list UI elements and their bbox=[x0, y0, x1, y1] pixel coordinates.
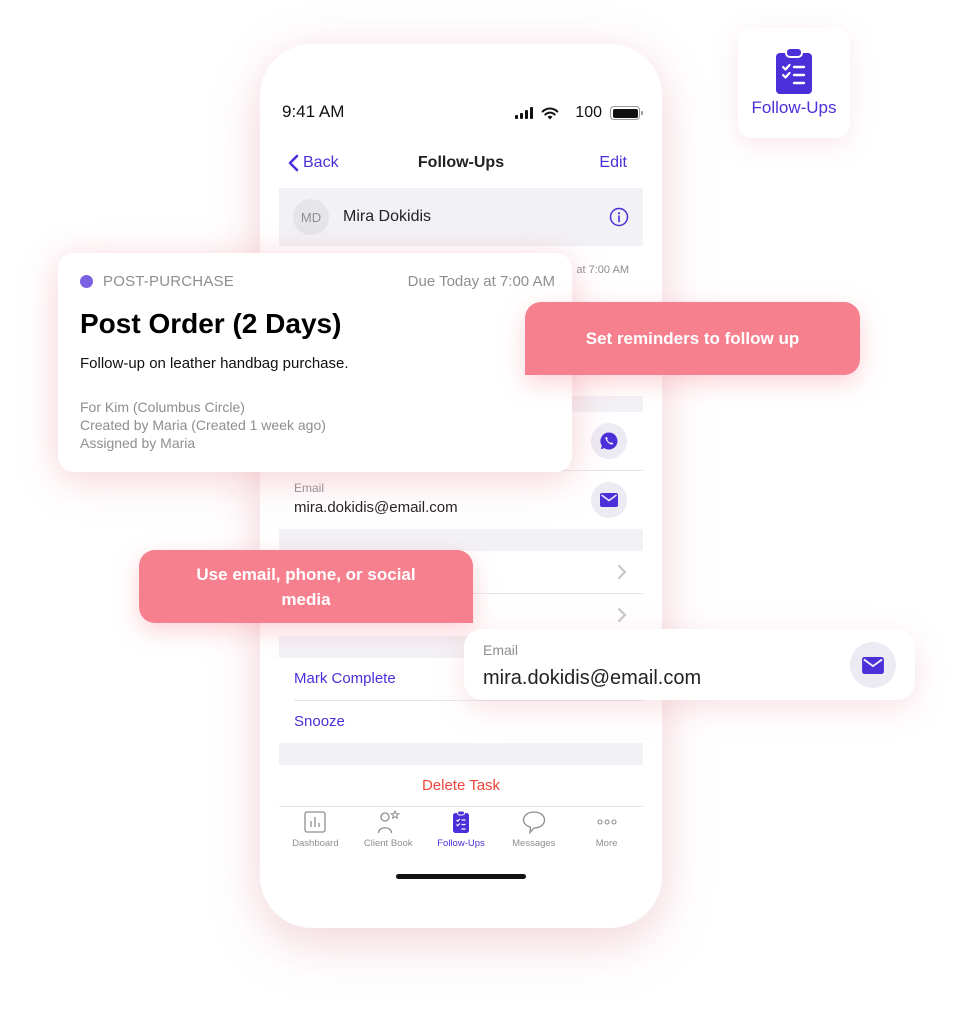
mark-complete-button[interactable]: Mark Complete bbox=[294, 670, 396, 687]
email-label: Email bbox=[483, 642, 519, 658]
section-separator bbox=[279, 529, 643, 551]
clipboard-checklist-icon bbox=[452, 810, 469, 833]
tab-dashboard[interactable]: Dashboard bbox=[279, 810, 352, 858]
chat-bubble-icon bbox=[522, 811, 545, 834]
client-name: Mira Dokidis bbox=[343, 208, 432, 225]
task-created-by: Created by Maria (Created 1 week ago) bbox=[80, 417, 326, 433]
whatsapp-button[interactable] bbox=[591, 423, 627, 459]
callout-channels: Use email, phone, or social media bbox=[139, 550, 473, 623]
task-type: POST-PURCHASE bbox=[80, 273, 234, 290]
email-value: mira.dokidis@email.com bbox=[483, 667, 702, 689]
tab-follow-ups[interactable]: Follow-Ups bbox=[425, 810, 498, 858]
tab-client-book[interactable]: Client Book bbox=[352, 810, 425, 858]
navigation-bar: Back Follow-Ups Edit bbox=[279, 140, 643, 188]
task-description: Follow-up on leather handbag purchase. bbox=[80, 355, 349, 372]
email-value: mira.dokidis@email.com bbox=[294, 499, 458, 516]
dashboard-icon bbox=[304, 811, 327, 833]
tab-messages[interactable]: Messages bbox=[497, 810, 570, 858]
email-button[interactable] bbox=[591, 482, 627, 518]
task-for: For Kim (Columbus Circle) bbox=[80, 399, 245, 415]
chevron-right-icon bbox=[618, 608, 627, 622]
task-card[interactable]: POST-PURCHASE Due Today at 7:00 AM Post … bbox=[58, 253, 572, 472]
task-title: Post Order (2 Days) bbox=[80, 308, 342, 339]
more-dots-icon bbox=[597, 819, 617, 825]
phone-mockup: 9:41 AM 100 Back Follow-Ups Edit MD Mira… bbox=[260, 44, 662, 928]
avatar: MD bbox=[293, 199, 329, 235]
home-indicator[interactable] bbox=[396, 874, 526, 879]
task-detail-screen: Back Follow-Ups Edit MD Mira Dokidis at … bbox=[279, 140, 643, 849]
follow-ups-app-icon[interactable]: Follow-Ups bbox=[738, 28, 850, 138]
mail-icon bbox=[862, 656, 884, 674]
cellular-signal-icon bbox=[515, 107, 534, 119]
edit-button[interactable]: Edit bbox=[599, 154, 627, 172]
due-time-text: at 7:00 AM bbox=[576, 264, 629, 276]
status-time: 9:41 AM bbox=[282, 102, 345, 121]
contact-row-email[interactable]: Email mira.dokidis@email.com bbox=[279, 471, 643, 529]
mail-icon bbox=[600, 493, 618, 507]
tab-bar: Dashboard Client Book Follow-Ups Message… bbox=[279, 810, 643, 858]
email-label: Email bbox=[294, 481, 325, 495]
whatsapp-icon bbox=[600, 432, 618, 450]
section-separator bbox=[279, 743, 643, 765]
email-contact-card[interactable]: Email mira.dokidis@email.com bbox=[464, 629, 915, 700]
tab-more[interactable]: More bbox=[570, 810, 643, 858]
info-icon[interactable] bbox=[609, 207, 629, 227]
snooze-row[interactable]: Snooze bbox=[279, 701, 643, 743]
page-title: Follow-Ups bbox=[417, 154, 505, 171]
status-bar: 9:41 AM 100 bbox=[260, 102, 662, 126]
email-button[interactable] bbox=[850, 642, 896, 688]
delete-task-button[interactable]: Delete Task bbox=[279, 765, 643, 807]
type-dot-icon bbox=[80, 275, 93, 288]
task-due: Due Today at 7:00 AM bbox=[407, 273, 555, 290]
callout-reminders: Set reminders to follow up bbox=[525, 302, 860, 375]
snooze-button[interactable]: Snooze bbox=[294, 713, 345, 730]
chevron-right-icon bbox=[618, 565, 627, 579]
clipboard-checklist-icon bbox=[776, 48, 812, 94]
battery-percent: 100 bbox=[575, 104, 602, 121]
client-header[interactable]: MD Mira Dokidis bbox=[279, 188, 643, 246]
client-book-icon bbox=[378, 810, 401, 834]
task-meta: For Kim (Columbus Circle) Created by Mar… bbox=[80, 398, 326, 452]
battery-icon bbox=[610, 106, 643, 120]
wifi-icon bbox=[541, 107, 559, 120]
task-assigned-by: Assigned by Maria bbox=[80, 435, 196, 451]
